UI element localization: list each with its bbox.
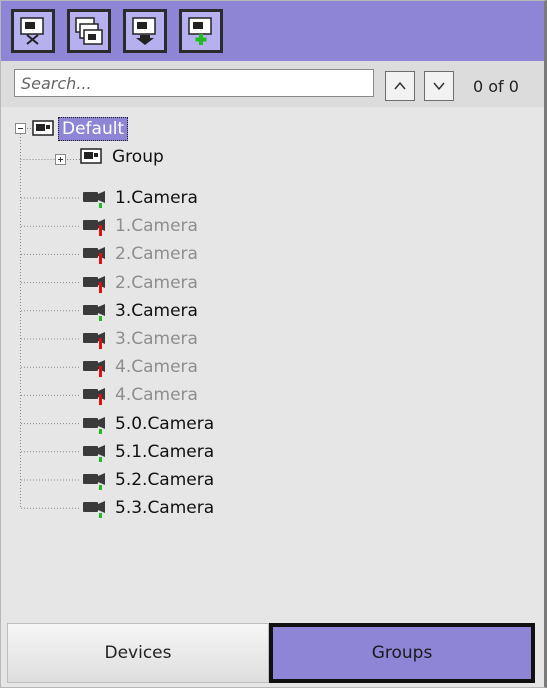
tree-node-camera[interactable]: 2.Camera <box>81 241 198 267</box>
tree-node-camera[interactable]: 3.Camera <box>81 326 198 352</box>
status-indicator-icon <box>99 513 102 519</box>
camera-icon <box>83 388 105 406</box>
camera-icon <box>83 444 105 462</box>
camera-icon <box>83 473 105 490</box>
status-indicator-icon <box>99 338 102 349</box>
tree-node-label: 1.Camera <box>115 188 198 208</box>
tab-bar: Devices Groups <box>1 623 544 687</box>
remove-from-group-button[interactable] <box>11 9 55 53</box>
status-indicator-icon <box>99 203 102 208</box>
collapse-root-toggle[interactable] <box>15 123 26 134</box>
expand-group-toggle[interactable] <box>55 154 66 165</box>
plus-icon <box>58 157 63 162</box>
tree-node-label: 5.2.Camera <box>115 470 215 490</box>
tree-node-group[interactable]: Group <box>80 144 164 170</box>
tree-node-camera[interactable]: 1.Camera <box>81 213 198 239</box>
tree-node-camera[interactable]: 2.Camera <box>81 270 198 296</box>
tree-node-camera[interactable]: 5.1.Camera <box>81 439 214 465</box>
tab-devices[interactable]: Devices <box>7 623 269 683</box>
tree-node-label: 4.Camera <box>115 357 198 378</box>
search-row: 0 of 0 <box>1 61 544 107</box>
search-previous-button[interactable] <box>385 71 415 101</box>
tree-node-camera[interactable]: 4.Camera <box>81 354 198 380</box>
tree-node-label: 4.Camera <box>115 385 198 406</box>
camera-icon <box>83 191 105 208</box>
tree-node-label: 5.3.Camera <box>115 498 215 519</box>
status-indicator-icon <box>99 366 102 378</box>
camera-group-icon <box>80 148 102 164</box>
camera-arrow-down-icon <box>132 17 156 45</box>
camera-icon <box>83 416 105 434</box>
move-down-button[interactable] <box>123 9 167 53</box>
tree-node-camera[interactable]: 1.Camera <box>81 185 198 211</box>
tree-node-label: Default <box>58 117 129 141</box>
device-tree: Default Group 1.Camera 1.Camera 2.Camera 2.… <box>1 107 544 623</box>
tab-groups[interactable]: Groups <box>269 623 535 683</box>
tree-node-label: 2.Camera <box>115 272 198 293</box>
tree-node-default[interactable]: Default <box>32 116 129 142</box>
tree-node-camera[interactable]: 5.3.Camera <box>81 495 214 521</box>
add-button[interactable] <box>179 9 223 53</box>
camera-stack-icon <box>75 17 103 45</box>
toolbar <box>1 1 544 61</box>
tree-node-label: 5.1.Camera <box>115 441 215 462</box>
minus-icon <box>18 128 23 129</box>
tree-node-camera[interactable]: 3.Camera <box>81 298 198 324</box>
device-tree-panel: 0 of 0 Default <box>0 0 547 688</box>
status-indicator-icon <box>99 394 102 406</box>
camera-scissors-icon <box>20 17 44 45</box>
camera-icon <box>83 247 105 265</box>
status-indicator-icon <box>99 485 102 490</box>
tree-node-label: Group <box>112 147 164 167</box>
camera-icon <box>83 219 105 237</box>
camera-icon <box>83 275 105 293</box>
chevron-down-icon <box>433 82 445 91</box>
tree-node-camera[interactable]: 5.2.Camera <box>81 467 214 493</box>
status-indicator-icon <box>99 281 102 293</box>
status-indicator-icon <box>99 225 102 237</box>
search-input[interactable] <box>14 69 374 97</box>
chevron-up-icon <box>394 81 406 90</box>
tree-node-label: 1.Camera <box>115 216 198 237</box>
tree-node-label: 3.Camera <box>115 300 198 321</box>
tree-node-camera[interactable]: 5.0.Camera <box>81 411 214 437</box>
status-indicator-icon <box>99 456 102 462</box>
camera-icon <box>83 332 105 349</box>
search-result-count: 0 of 0 <box>473 77 519 96</box>
tree-node-label: 3.Camera <box>115 329 198 349</box>
status-indicator-icon <box>99 428 102 434</box>
camera-icon <box>83 501 105 519</box>
tree-node-camera[interactable]: 4.Camera <box>81 382 198 408</box>
status-indicator-icon <box>99 253 102 265</box>
status-indicator-icon <box>99 315 102 321</box>
camera-plus-icon <box>188 17 212 45</box>
tree-node-label: 2.Camera <box>115 244 198 265</box>
camera-group-icon <box>32 120 54 136</box>
tree-node-label: 5.0.Camera <box>115 413 215 434</box>
copy-button[interactable] <box>67 9 111 53</box>
camera-icon <box>83 303 105 321</box>
search-next-button[interactable] <box>424 71 454 101</box>
camera-icon <box>83 360 105 378</box>
